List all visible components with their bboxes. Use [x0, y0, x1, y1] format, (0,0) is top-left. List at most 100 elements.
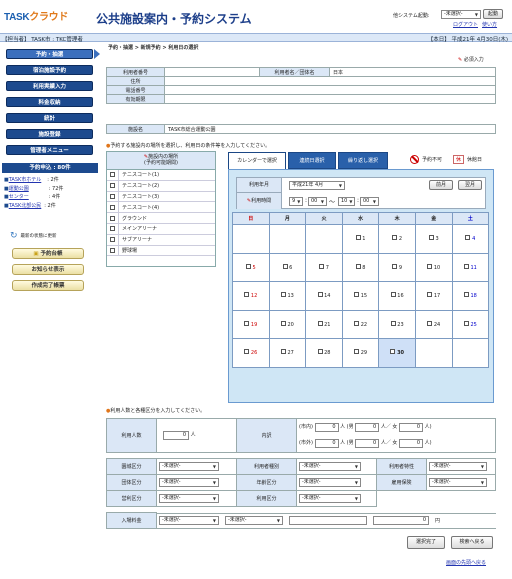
- calendar-day[interactable]: 29: [341, 338, 380, 368]
- calendar-day[interactable]: 20: [268, 309, 307, 339]
- tab-consecutive[interactable]: 連続日選択: [288, 152, 336, 169]
- launch-button[interactable]: 起動: [483, 9, 503, 19]
- in-city-male-input[interactable]: 0: [355, 422, 380, 432]
- time-to-minute[interactable]: 00 ▼: [360, 197, 379, 206]
- day-checkbox[interactable]: [245, 263, 251, 269]
- calendar-day[interactable]: 7: [305, 252, 343, 282]
- select-complete-button[interactable]: 選択完了: [407, 536, 445, 549]
- day-checkbox[interactable]: [463, 263, 469, 269]
- calendar-day[interactable]: 22: [341, 309, 380, 339]
- calendar-day[interactable]: 21: [305, 309, 343, 339]
- other-system-select[interactable]: -未選択- ▼: [441, 10, 481, 19]
- calendar-day[interactable]: 4: [451, 224, 490, 254]
- calendar-day[interactable]: 13: [268, 281, 307, 311]
- calendar-day[interactable]: 25: [451, 309, 490, 339]
- calendar-day[interactable]: 12: [232, 281, 270, 311]
- calendar-day[interactable]: 23: [378, 309, 416, 339]
- nav-reservation[interactable]: 予約・抽選: [6, 49, 93, 59]
- day-checkbox[interactable]: [355, 235, 361, 241]
- group-select[interactable]: -未選択- ▼: [159, 478, 219, 487]
- day-checkbox[interactable]: [244, 349, 250, 355]
- nav-admin[interactable]: 管理者メニュー: [6, 145, 93, 155]
- time-to-hour[interactable]: 10 ▼: [338, 197, 355, 206]
- day-checkbox[interactable]: [317, 320, 323, 326]
- day-checkbox[interactable]: [280, 292, 286, 298]
- calendar-day[interactable]: 16: [378, 281, 416, 311]
- month-select[interactable]: 平成21年 4月 ▼: [289, 181, 345, 190]
- calendar-day[interactable]: 17: [414, 281, 453, 311]
- calendar-day[interactable]: 5: [232, 252, 270, 282]
- calendar-day[interactable]: 30: [378, 338, 416, 368]
- fee-category-select[interactable]: -未選択- ▼: [159, 516, 219, 525]
- time-from-hour[interactable]: 9 ▼: [289, 197, 303, 206]
- calendar-day[interactable]: 18: [451, 281, 490, 311]
- nav-facility[interactable]: 施設登録: [6, 129, 93, 139]
- user-trait-select[interactable]: -未選択- ▼: [429, 462, 487, 471]
- nav-stats[interactable]: 統計: [6, 113, 93, 123]
- back-to-search-button[interactable]: 検索へ戻る: [451, 536, 493, 549]
- facility-location-item[interactable]: サブアリーナ: [107, 234, 215, 246]
- calendar-day[interactable]: 11: [451, 252, 490, 282]
- logout-link[interactable]: ログアウト: [453, 21, 478, 28]
- refresh-link[interactable]: ↻ 最新の状態に更新: [10, 231, 57, 241]
- facility-checkbox[interactable]: [110, 172, 115, 178]
- day-checkbox[interactable]: [463, 320, 469, 326]
- day-checkbox[interactable]: [355, 263, 361, 269]
- calendar-day[interactable]: 10: [414, 252, 453, 282]
- calendar-day[interactable]: 27: [268, 338, 307, 368]
- day-checkbox[interactable]: [390, 292, 396, 298]
- day-checkbox[interactable]: [317, 292, 323, 298]
- ledger-button[interactable]: ▣ 予約台帳: [12, 248, 84, 259]
- day-checkbox[interactable]: [427, 263, 433, 269]
- calendar-day[interactable]: 26: [232, 338, 270, 368]
- calendar-day[interactable]: 3: [414, 224, 453, 254]
- day-checkbox[interactable]: [354, 320, 360, 326]
- time-from-minute[interactable]: 00 ▼: [308, 197, 327, 206]
- out-city-male-input[interactable]: 0: [355, 439, 380, 449]
- calendar-day[interactable]: 8: [341, 252, 380, 282]
- calendar-day[interactable]: 2: [378, 224, 416, 254]
- calendar-day[interactable]: 15: [341, 281, 380, 311]
- day-checkbox[interactable]: [317, 349, 323, 355]
- facility-checkbox[interactable]: [110, 226, 115, 232]
- nav-usage-input[interactable]: 利用実績入力: [6, 81, 93, 91]
- facility-checkbox[interactable]: [110, 247, 115, 253]
- day-checkbox[interactable]: [392, 263, 398, 269]
- day-checkbox[interactable]: [427, 292, 433, 298]
- calendar-day[interactable]: 19: [232, 309, 270, 339]
- help-link[interactable]: 使い方: [482, 21, 497, 28]
- next-month-button[interactable]: 翌月: [458, 180, 482, 190]
- fee-amount-input[interactable]: 0: [373, 516, 429, 525]
- calendar-day[interactable]: 28: [305, 338, 343, 368]
- prev-month-button[interactable]: 前月: [429, 180, 453, 190]
- employment-select[interactable]: -未選択- ▼: [429, 478, 487, 487]
- notice-button[interactable]: お知らせ表示: [12, 264, 84, 275]
- facility-checkbox[interactable]: [110, 183, 115, 189]
- calendar-day[interactable]: 9: [378, 252, 416, 282]
- page-top-link[interactable]: 画面の先頭へ戻る: [446, 559, 486, 566]
- day-checkbox[interactable]: [319, 263, 325, 269]
- commercial-select[interactable]: -未選択- ▼: [159, 494, 219, 503]
- facility-location-item[interactable]: テニスコート(2): [107, 180, 215, 192]
- nav-lodging[interactable]: 宿泊施設予約: [6, 65, 93, 75]
- tab-calendar[interactable]: カレンダーで選択: [228, 152, 286, 169]
- out-city-female-input[interactable]: 0: [399, 439, 424, 449]
- out-city-total-input[interactable]: 0: [314, 439, 339, 449]
- day-checkbox[interactable]: [465, 235, 471, 241]
- day-checkbox[interactable]: [354, 349, 360, 355]
- reduction-select[interactable]: -未選択- ▼: [159, 462, 219, 471]
- day-checkbox[interactable]: [244, 292, 250, 298]
- facility-location-item[interactable]: テニスコート(1): [107, 170, 215, 181]
- people-count-input[interactable]: 0: [163, 431, 189, 440]
- day-checkbox[interactable]: [427, 320, 433, 326]
- fee-free-input[interactable]: [289, 516, 367, 525]
- day-checkbox[interactable]: [390, 349, 396, 355]
- facility-checkbox[interactable]: [110, 237, 115, 243]
- day-checkbox[interactable]: [282, 263, 288, 269]
- purpose-select[interactable]: -未選択- ▼: [299, 494, 361, 503]
- day-checkbox[interactable]: [280, 320, 286, 326]
- facility-checkbox[interactable]: [110, 204, 115, 210]
- in-city-total-input[interactable]: 0: [314, 422, 339, 432]
- calendar-day[interactable]: 14: [305, 281, 343, 311]
- facility-location-item[interactable]: グラウンド: [107, 213, 215, 224]
